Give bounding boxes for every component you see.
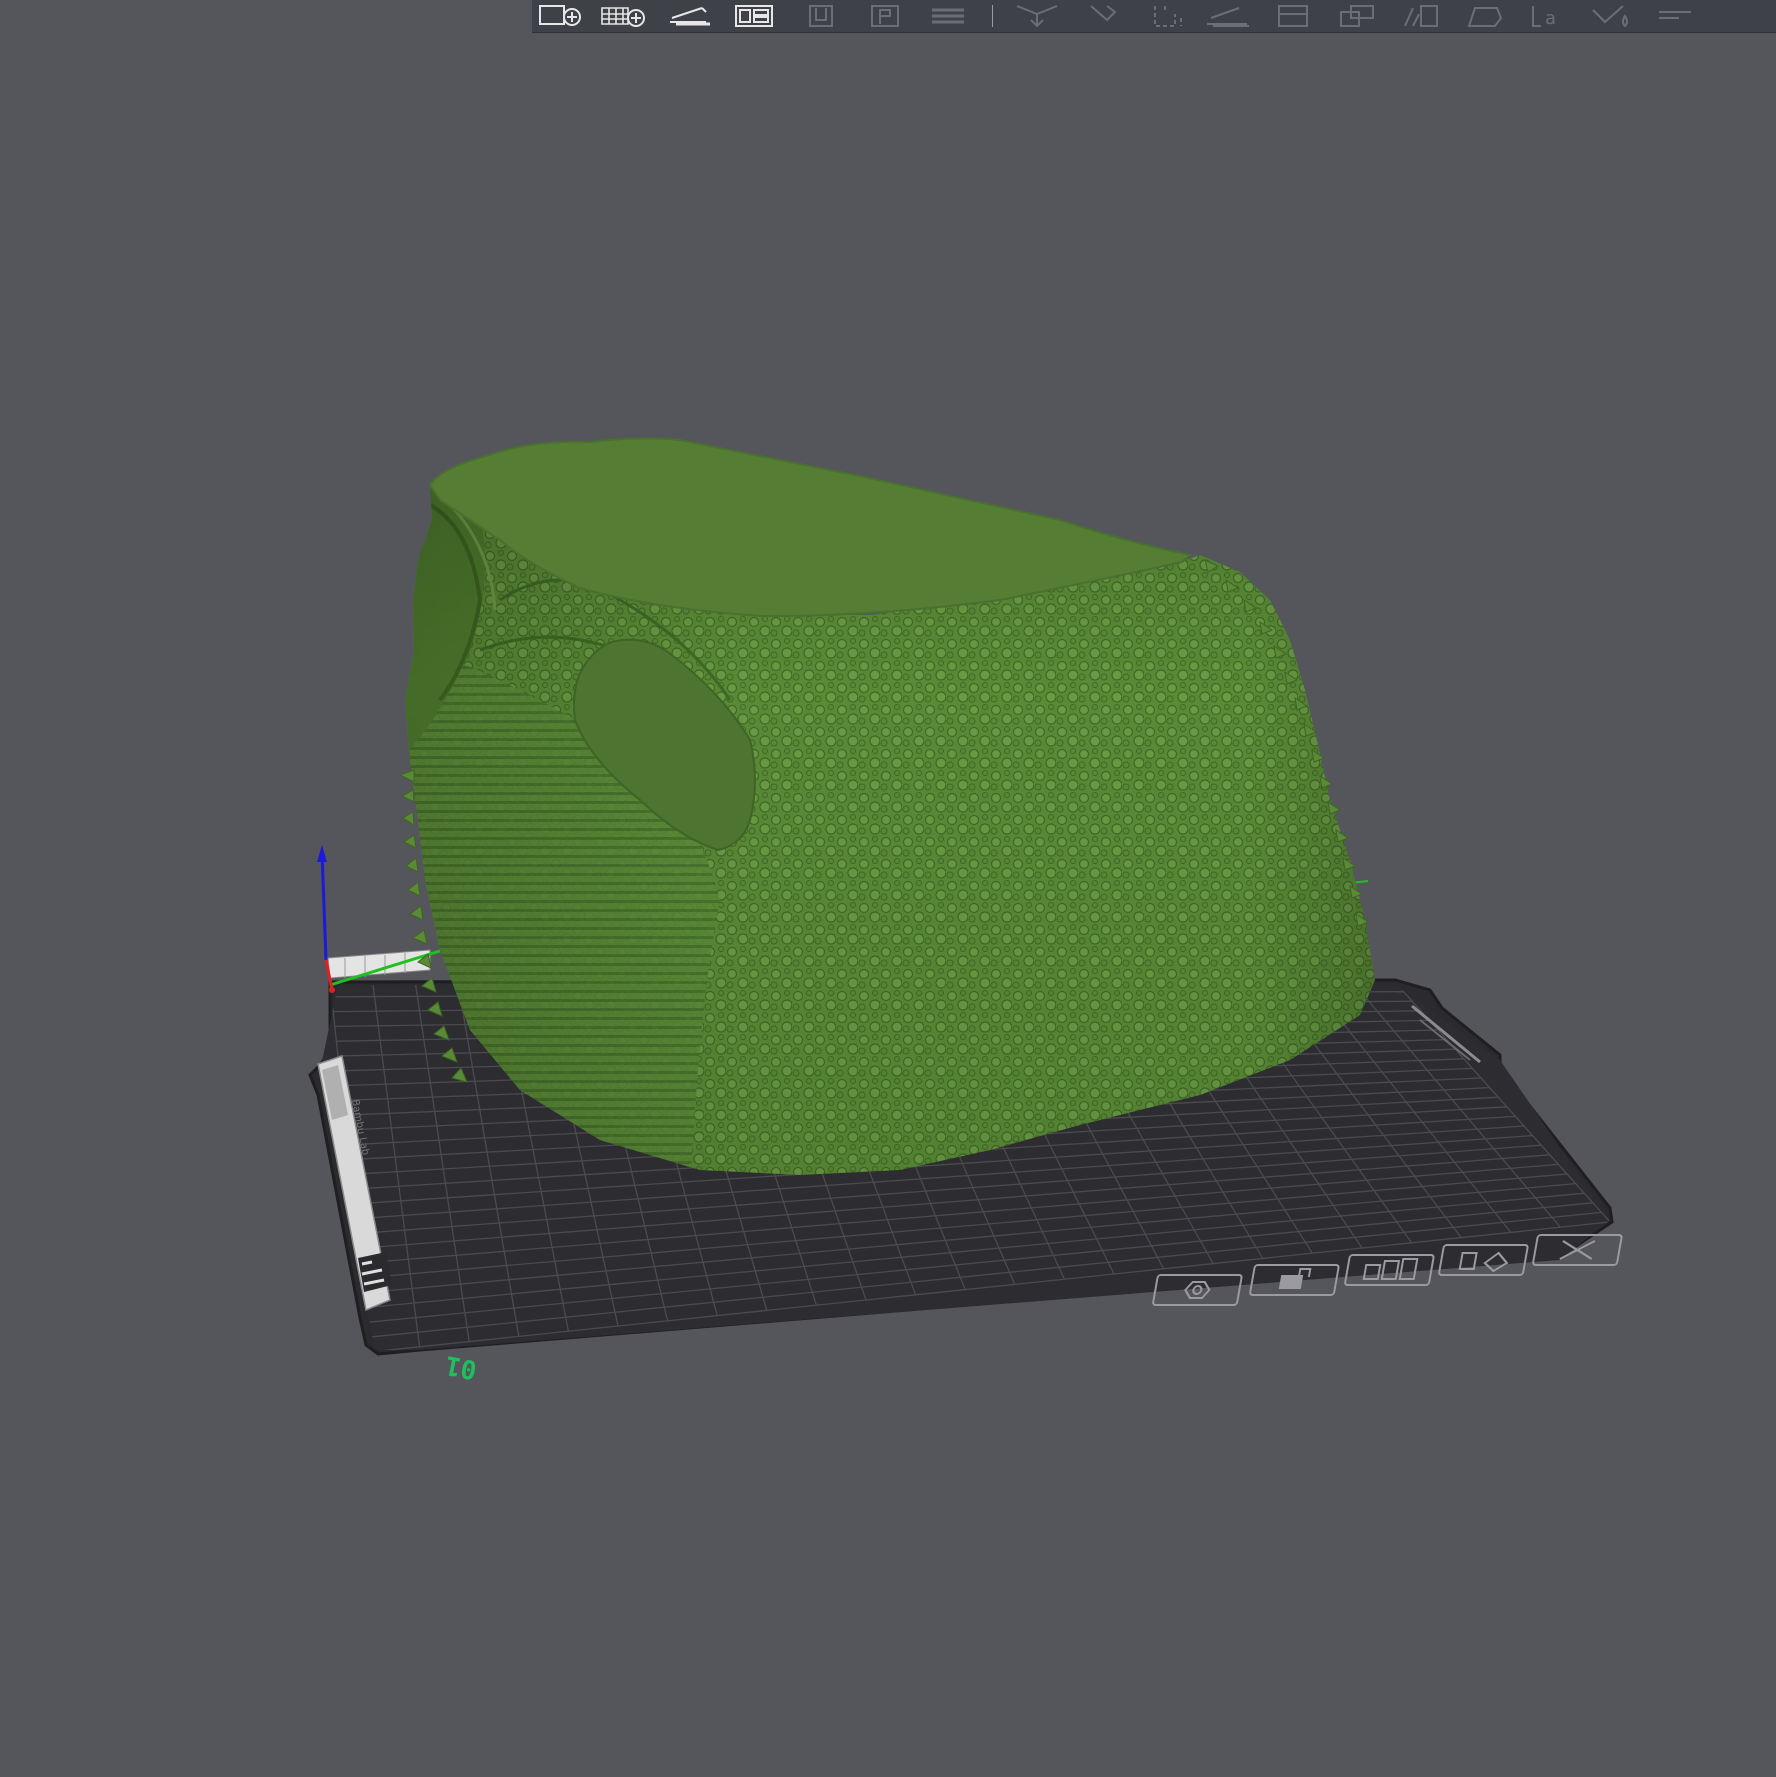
3d-viewport[interactable]: Bambu Lab 01 a (0, 0, 1776, 1777)
add-plate-icon[interactable] (596, 0, 660, 32)
cut-icon[interactable] (1261, 0, 1325, 32)
arrange-icon[interactable] (724, 0, 788, 32)
color-paint-icon[interactable] (1581, 0, 1645, 32)
z-axis (320, 851, 328, 961)
assembly-icon[interactable] (1645, 0, 1709, 32)
main-toolbar: a (532, 0, 1776, 33)
scale-icon[interactable] (1133, 0, 1197, 32)
split-parts-icon[interactable] (852, 0, 916, 32)
seam-paint-icon[interactable] (1453, 0, 1517, 32)
mesh-boolean-icon[interactable] (1325, 0, 1389, 32)
scene-canvas[interactable]: Bambu Lab 01 (0, 0, 1776, 1777)
toolbar-separator (992, 5, 993, 27)
lay-on-face-icon[interactable] (1197, 0, 1261, 32)
layers-icon[interactable] (916, 0, 980, 32)
rotate-icon[interactable] (1069, 0, 1133, 32)
add-object-icon[interactable] (532, 0, 596, 32)
move-icon[interactable] (1005, 0, 1069, 32)
split-objects-icon[interactable] (788, 0, 852, 32)
plate-number: 01 (443, 1349, 479, 1384)
support-paint-icon[interactable] (1389, 0, 1453, 32)
svg-text:a: a (1545, 8, 1556, 28)
text-icon[interactable]: a (1517, 0, 1581, 32)
auto-orient-icon[interactable] (660, 0, 724, 32)
